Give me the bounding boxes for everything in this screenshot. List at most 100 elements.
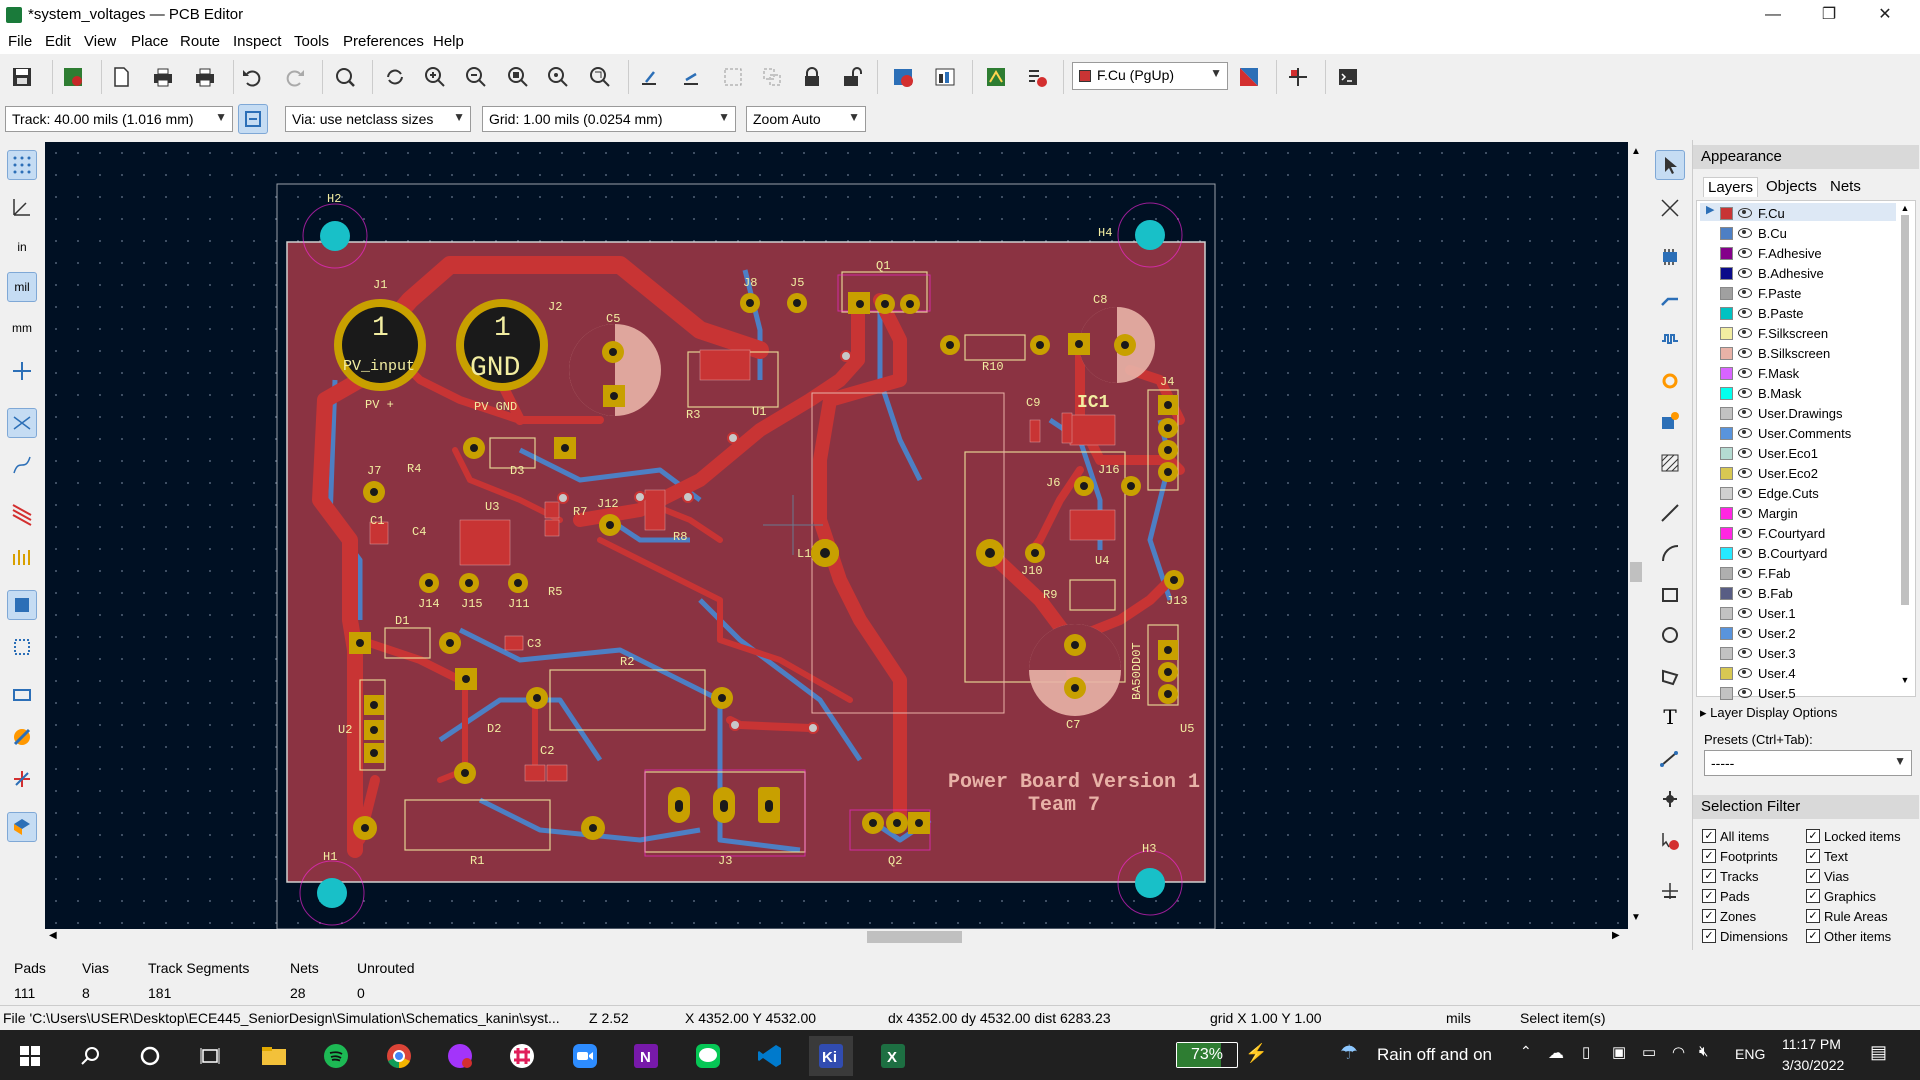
- search-icon[interactable]: [68, 1036, 112, 1076]
- layer-row-user-3[interactable]: User.3: [1700, 643, 1910, 663]
- menu-place[interactable]: Place: [131, 33, 169, 50]
- scroll-right-icon[interactable]: ▶: [1612, 930, 1620, 941]
- track-width-select[interactable]: Track: 40.00 mils (1.016 mm) ▼: [5, 106, 233, 132]
- draw-rectangle-icon[interactable]: [1655, 580, 1685, 610]
- grid-origin-icon[interactable]: [1655, 876, 1685, 906]
- layer-row-margin[interactable]: Margin: [1700, 503, 1910, 523]
- layer-color-swatch[interactable]: [1720, 646, 1733, 660]
- layer-color-swatch[interactable]: [1720, 206, 1733, 220]
- layer-row-b-courtyard[interactable]: B.Courtyard: [1700, 543, 1910, 563]
- layer-row-f-silkscreen[interactable]: F.Silkscreen: [1700, 323, 1910, 343]
- zoom-out-icon[interactable]: [461, 62, 491, 92]
- filter-footprints[interactable]: ✓ Footprints: [1702, 846, 1778, 866]
- tab-nets[interactable]: Nets: [1830, 178, 1861, 195]
- via-fill-icon[interactable]: [7, 632, 37, 662]
- refresh-icon[interactable]: [380, 62, 410, 92]
- add-keepout-icon[interactable]: [1655, 448, 1685, 478]
- excel-icon[interactable]: X: [871, 1036, 915, 1076]
- layer-row-f-adhesive[interactable]: F.Adhesive: [1700, 243, 1910, 263]
- draw-arc-icon[interactable]: [1655, 538, 1685, 568]
- menu-inspect[interactable]: Inspect: [233, 33, 281, 50]
- visibility-eye-icon[interactable]: [1738, 588, 1752, 598]
- windows-start-icon[interactable]: [8, 1036, 52, 1076]
- filter-pads[interactable]: ✓ Pads: [1702, 886, 1750, 906]
- layer-color-swatch[interactable]: [1720, 506, 1733, 520]
- polar-coords-icon[interactable]: [7, 192, 37, 222]
- file-explorer-icon[interactable]: [252, 1036, 296, 1076]
- layer-color-swatch[interactable]: [1720, 306, 1733, 320]
- menu-preferences[interactable]: Preferences: [343, 33, 424, 50]
- chrome-icon[interactable]: [377, 1036, 421, 1076]
- layer-row-user-2[interactable]: User.2: [1700, 623, 1910, 643]
- layer-row-user-drawings[interactable]: User.Drawings: [1700, 403, 1910, 423]
- checkbox-checked-icon[interactable]: ✓: [1702, 829, 1716, 843]
- cortana-icon[interactable]: [128, 1036, 172, 1076]
- visibility-eye-icon[interactable]: [1738, 608, 1752, 618]
- layer-row-f-courtyard[interactable]: F.Courtyard: [1700, 523, 1910, 543]
- layer-row-f-mask[interactable]: F.Mask: [1700, 363, 1910, 383]
- checkbox-checked-icon[interactable]: ✓: [1702, 869, 1716, 883]
- rotate-cw-icon[interactable]: [676, 62, 706, 92]
- layer-color-swatch[interactable]: [1720, 366, 1733, 380]
- units-mil-icon[interactable]: mil: [7, 272, 37, 302]
- layer-color-swatch[interactable]: [1720, 246, 1733, 260]
- zoom-fit-icon[interactable]: [503, 62, 533, 92]
- group-icon[interactable]: [718, 62, 748, 92]
- layer-row-user-4[interactable]: User.4: [1700, 663, 1910, 683]
- layer-row-f-fab[interactable]: F.Fab: [1700, 563, 1910, 583]
- high-contrast-icon[interactable]: [7, 722, 37, 752]
- tab-layers[interactable]: Layers: [1703, 177, 1759, 197]
- layer-row-b-paste[interactable]: B.Paste: [1700, 303, 1910, 323]
- scripting-icon[interactable]: [981, 62, 1011, 92]
- scroll-up-icon[interactable]: ▲: [1631, 146, 1641, 157]
- filter-text[interactable]: ✓ Text: [1806, 846, 1848, 866]
- undo-icon[interactable]: [237, 62, 267, 92]
- grid-select[interactable]: Grid: 1.00 mils (0.0254 mm) ▼: [482, 106, 736, 132]
- layer-color-swatch[interactable]: [1720, 426, 1733, 440]
- layer-row-user-comments[interactable]: User.Comments: [1700, 423, 1910, 443]
- add-dimension-icon[interactable]: [1655, 744, 1685, 774]
- messenger-icon[interactable]: [438, 1036, 482, 1076]
- ungroup-icon[interactable]: [757, 62, 787, 92]
- layer-color-swatch[interactable]: [1720, 566, 1733, 580]
- layer-color-swatch[interactable]: [1720, 386, 1733, 400]
- layer-pair-icon[interactable]: [1234, 62, 1264, 92]
- layer-color-swatch[interactable]: [1720, 346, 1733, 360]
- draw-circle-icon[interactable]: [1655, 620, 1685, 650]
- net-color-icon[interactable]: [7, 764, 37, 794]
- notifications-icon[interactable]: ▤: [1870, 1042, 1887, 1063]
- add-text-icon[interactable]: T: [1655, 702, 1685, 732]
- layer-color-swatch[interactable]: [1720, 266, 1733, 280]
- layer-row-edge-cuts[interactable]: Edge.Cuts: [1700, 483, 1910, 503]
- layer-row-user-eco1[interactable]: User.Eco1: [1700, 443, 1910, 463]
- clock-time[interactable]: 11:17 PM: [1782, 1036, 1841, 1052]
- layer-color-swatch[interactable]: [1720, 626, 1733, 640]
- layer-color-swatch[interactable]: [1720, 546, 1733, 560]
- grid-toggle-icon[interactable]: [7, 150, 37, 180]
- horizontal-scroll-thumb[interactable]: [867, 931, 962, 943]
- add-zone-icon[interactable]: [1655, 406, 1685, 436]
- show-zones-icon[interactable]: [7, 500, 37, 530]
- scroll-left-icon[interactable]: ◀: [49, 930, 57, 941]
- zoom-select[interactable]: Zoom Auto ▼: [746, 106, 866, 132]
- filter-rule-areas[interactable]: ✓ Rule Areas: [1806, 906, 1888, 926]
- visibility-eye-icon[interactable]: [1738, 208, 1752, 218]
- local-ratsnest-icon[interactable]: [1655, 193, 1685, 223]
- new-page-icon[interactable]: [106, 62, 136, 92]
- filter-locked-items[interactable]: ✓ Locked items: [1806, 826, 1901, 846]
- visibility-eye-icon[interactable]: [1738, 328, 1752, 338]
- layer-row-f-cu[interactable]: F.Cu: [1700, 203, 1910, 223]
- visibility-eye-icon[interactable]: [1738, 348, 1752, 358]
- filter-other-items[interactable]: ✓ Other items: [1806, 926, 1891, 946]
- units-mm-icon[interactable]: mm: [7, 313, 37, 343]
- tray-battery-icon[interactable]: ▭: [1642, 1043, 1656, 1061]
- visibility-eye-icon[interactable]: [1738, 628, 1752, 638]
- redo-icon[interactable]: [280, 62, 310, 92]
- layer-color-swatch[interactable]: [1720, 606, 1733, 620]
- cursor-style-icon[interactable]: [7, 356, 37, 386]
- vertical-scrollbar[interactable]: ▲ ▼: [1628, 142, 1644, 929]
- board-setup-icon[interactable]: [58, 62, 88, 92]
- pad-fill-icon[interactable]: [7, 590, 37, 620]
- print-icon[interactable]: [148, 62, 178, 92]
- visibility-eye-icon[interactable]: [1738, 428, 1752, 438]
